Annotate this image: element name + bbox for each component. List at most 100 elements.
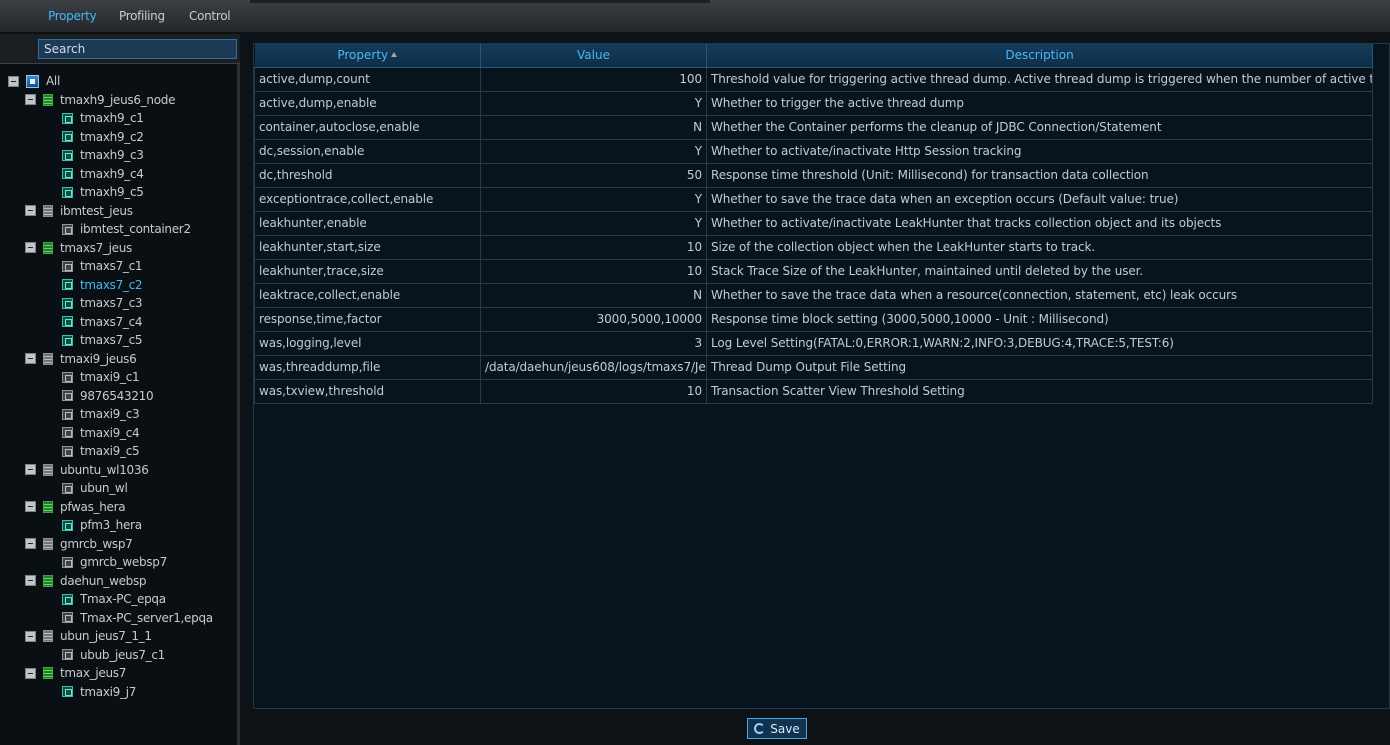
tree-container-node[interactable]: tmaxs7_c1	[62, 257, 143, 275]
container-icon	[62, 131, 73, 142]
column-header-value[interactable]: Value	[480, 44, 707, 68]
search-input[interactable]	[38, 39, 237, 59]
tree-server-node[interactable]: ubun_jeus7_1_1	[25, 627, 152, 645]
table-row[interactable]: was,logging,level 3 Log Level Setting(FATA…	[254, 330, 1373, 356]
container-icon	[62, 593, 73, 605]
table-row[interactable]: dc,threshold 50 Response time threshold (U…	[254, 162, 1373, 188]
collapse-toggle-icon[interactable]	[25, 353, 36, 364]
tree-container-node[interactable]: Tmax-PC_server1,epqa	[62, 609, 213, 627]
value-cell[interactable]: N	[480, 282, 707, 308]
tree-container-node[interactable]: tmaxs7_c5	[62, 331, 143, 349]
value-cell[interactable]: 100	[480, 66, 707, 92]
main-panel: Property Value Description active,dump,c…	[243, 34, 1390, 745]
tree-container-node[interactable]: tmaxi9_j7	[62, 683, 136, 701]
tree-server-node[interactable]: daehun_websp	[25, 572, 147, 590]
value-cell[interactable]: 10	[480, 258, 707, 284]
value-cell[interactable]: 3000,5000,10000	[480, 306, 707, 332]
tree-container-node[interactable]: tmaxh9_c4	[62, 165, 144, 183]
tree-container-node[interactable]: tmaxh9_c2	[62, 128, 144, 146]
collapse-toggle-icon[interactable]	[8, 75, 19, 87]
collapse-toggle-icon[interactable]	[25, 242, 36, 253]
tree-server-node[interactable]: tmax_jeus7	[25, 664, 126, 682]
tree-node-label: tmaxh9_jeus6_node	[60, 92, 176, 107]
server-icon	[43, 204, 53, 217]
table-row[interactable]: container,autoclose,enable N Whether the C…	[254, 114, 1373, 140]
table-row[interactable]: active,dump,enable Y Whether to trigger th…	[254, 90, 1373, 116]
tab-property[interactable]: Property	[48, 9, 97, 23]
tree-server-node[interactable]: gmrcb_wsp7	[25, 535, 133, 553]
tree-server-node[interactable]: tmaxi9_jeus6	[25, 350, 137, 368]
tree-container-node[interactable]: ubun_wl	[62, 479, 128, 497]
value-cell[interactable]: 10	[480, 378, 707, 404]
tree-container-node[interactable]: Tmax-PC_epqa	[62, 590, 166, 608]
value-cell[interactable]: 50	[480, 162, 707, 188]
table-row[interactable]: leakhunter,start,size 10 Size of the colle…	[254, 234, 1373, 260]
tree-container-node[interactable]: tmaxi9_c4	[62, 424, 140, 442]
collapse-toggle-icon[interactable]	[25, 501, 36, 512]
collapse-toggle-icon[interactable]	[25, 667, 36, 679]
server-icon	[43, 93, 53, 106]
table-row[interactable]: dc,session,enable Y Whether to activate/in…	[254, 138, 1373, 164]
tree-container-node[interactable]: tmaxi9_c1	[62, 368, 140, 386]
value-cell[interactable]: 10	[480, 234, 707, 260]
tree-node-label: tmaxi9_j7	[80, 684, 137, 699]
table-row[interactable]: leaktrace,collect,enable N Whether to save…	[254, 282, 1373, 308]
tree-container-node[interactable]: 9876543210	[62, 387, 154, 405]
tree-server-node[interactable]: ubuntu_wl1036	[25, 461, 149, 479]
collapse-toggle-icon[interactable]	[25, 94, 36, 105]
container-icon	[62, 223, 73, 235]
tab-control[interactable]: Control	[189, 9, 231, 23]
table-row[interactable]: was,txview,threshold 10 Transaction Scatte…	[254, 378, 1373, 404]
table-row[interactable]: active,dump,count 100 Threshold value for …	[254, 66, 1373, 92]
tree-container-node[interactable]: tmaxh9_c1	[62, 109, 144, 127]
value-cell[interactable]: Y	[480, 90, 707, 116]
tree-server-node[interactable]: tmaxs7_jeus	[25, 239, 132, 257]
tree-server-node[interactable]: ibmtest_jeus	[25, 202, 133, 220]
collapse-toggle-icon[interactable]	[25, 575, 36, 586]
tree-server-node[interactable]: tmaxh9_jeus6_node	[25, 91, 175, 109]
server-icon	[43, 352, 53, 365]
tree-container-node[interactable]: ubub_jeus7_c1	[62, 646, 165, 664]
tab-profiling[interactable]: Profiling	[119, 9, 165, 23]
tree-container-node[interactable]: tmaxh9_c3	[62, 146, 144, 164]
value-cell[interactable]: Y	[480, 186, 707, 212]
tree-node-label: tmaxs7_c5	[80, 333, 143, 347]
value-cell[interactable]: N	[480, 114, 707, 140]
tree-container-node[interactable]: tmaxs7_c2	[62, 276, 143, 294]
tree-root[interactable]: All	[8, 72, 60, 90]
tree-node-label: tmaxs7_c3	[80, 296, 143, 310]
tree-node-label: tmaxi9_c4	[80, 425, 140, 440]
container-icon	[62, 112, 73, 124]
collapse-toggle-icon[interactable]	[25, 538, 36, 549]
tree-container-node[interactable]: tmaxs7_c3	[62, 294, 143, 312]
description-cell: Whether to activate/inactivate LeakHunte…	[706, 210, 1373, 236]
table-row[interactable]: leakhunter,trace,size 10 Stack Trace Size …	[254, 258, 1373, 284]
tree-container-node[interactable]: tmaxi9_c5	[62, 442, 140, 460]
table-row[interactable]: was,threaddump,file/data/daehun/jeus608/…	[254, 354, 1373, 380]
table-row[interactable]: exceptiontrace,collect,enable Y Whether to…	[254, 186, 1373, 212]
value-cell[interactable]: Y	[480, 210, 707, 236]
table-row[interactable]: response,time,factor 3000,5000,10000 Respo…	[254, 306, 1373, 332]
server-icon	[43, 463, 53, 476]
tree-container-node[interactable]: gmrcb_websp7	[62, 553, 167, 571]
value-cell[interactable]: /data/daehun/jeus608/logs/tmaxs7/Je	[480, 354, 707, 380]
property-cell: was,logging,level	[254, 330, 481, 356]
container-icon	[62, 686, 73, 697]
tree-container-node[interactable]: ibmtest_container2	[62, 220, 191, 238]
save-button[interactable]: Save	[747, 718, 807, 739]
collapse-toggle-icon[interactable]	[25, 630, 36, 642]
collapse-toggle-icon[interactable]	[25, 205, 36, 216]
tree-container-node[interactable]: tmaxh9_c5	[62, 183, 144, 201]
value-cell[interactable]: Y	[480, 138, 707, 164]
description-cell: Response time block setting (3000,5000,1…	[706, 306, 1373, 332]
value-cell[interactable]: 3	[480, 330, 707, 356]
tree-container-node[interactable]: tmaxi9_c3	[62, 405, 140, 423]
column-header-property[interactable]: Property	[254, 44, 481, 68]
table-row[interactable]: leakhunter,enable Y Whether to activate/in…	[254, 210, 1373, 236]
column-header-description[interactable]: Description	[706, 44, 1373, 68]
tree-container-node[interactable]: tmaxs7_c4	[62, 313, 143, 331]
tree-node-label: tmaxi9_c3	[80, 407, 140, 421]
tree-container-node[interactable]: pfm3_hera	[62, 516, 142, 534]
collapse-toggle-icon[interactable]	[25, 464, 36, 475]
tree-server-node[interactable]: pfwas_hera	[25, 498, 126, 516]
